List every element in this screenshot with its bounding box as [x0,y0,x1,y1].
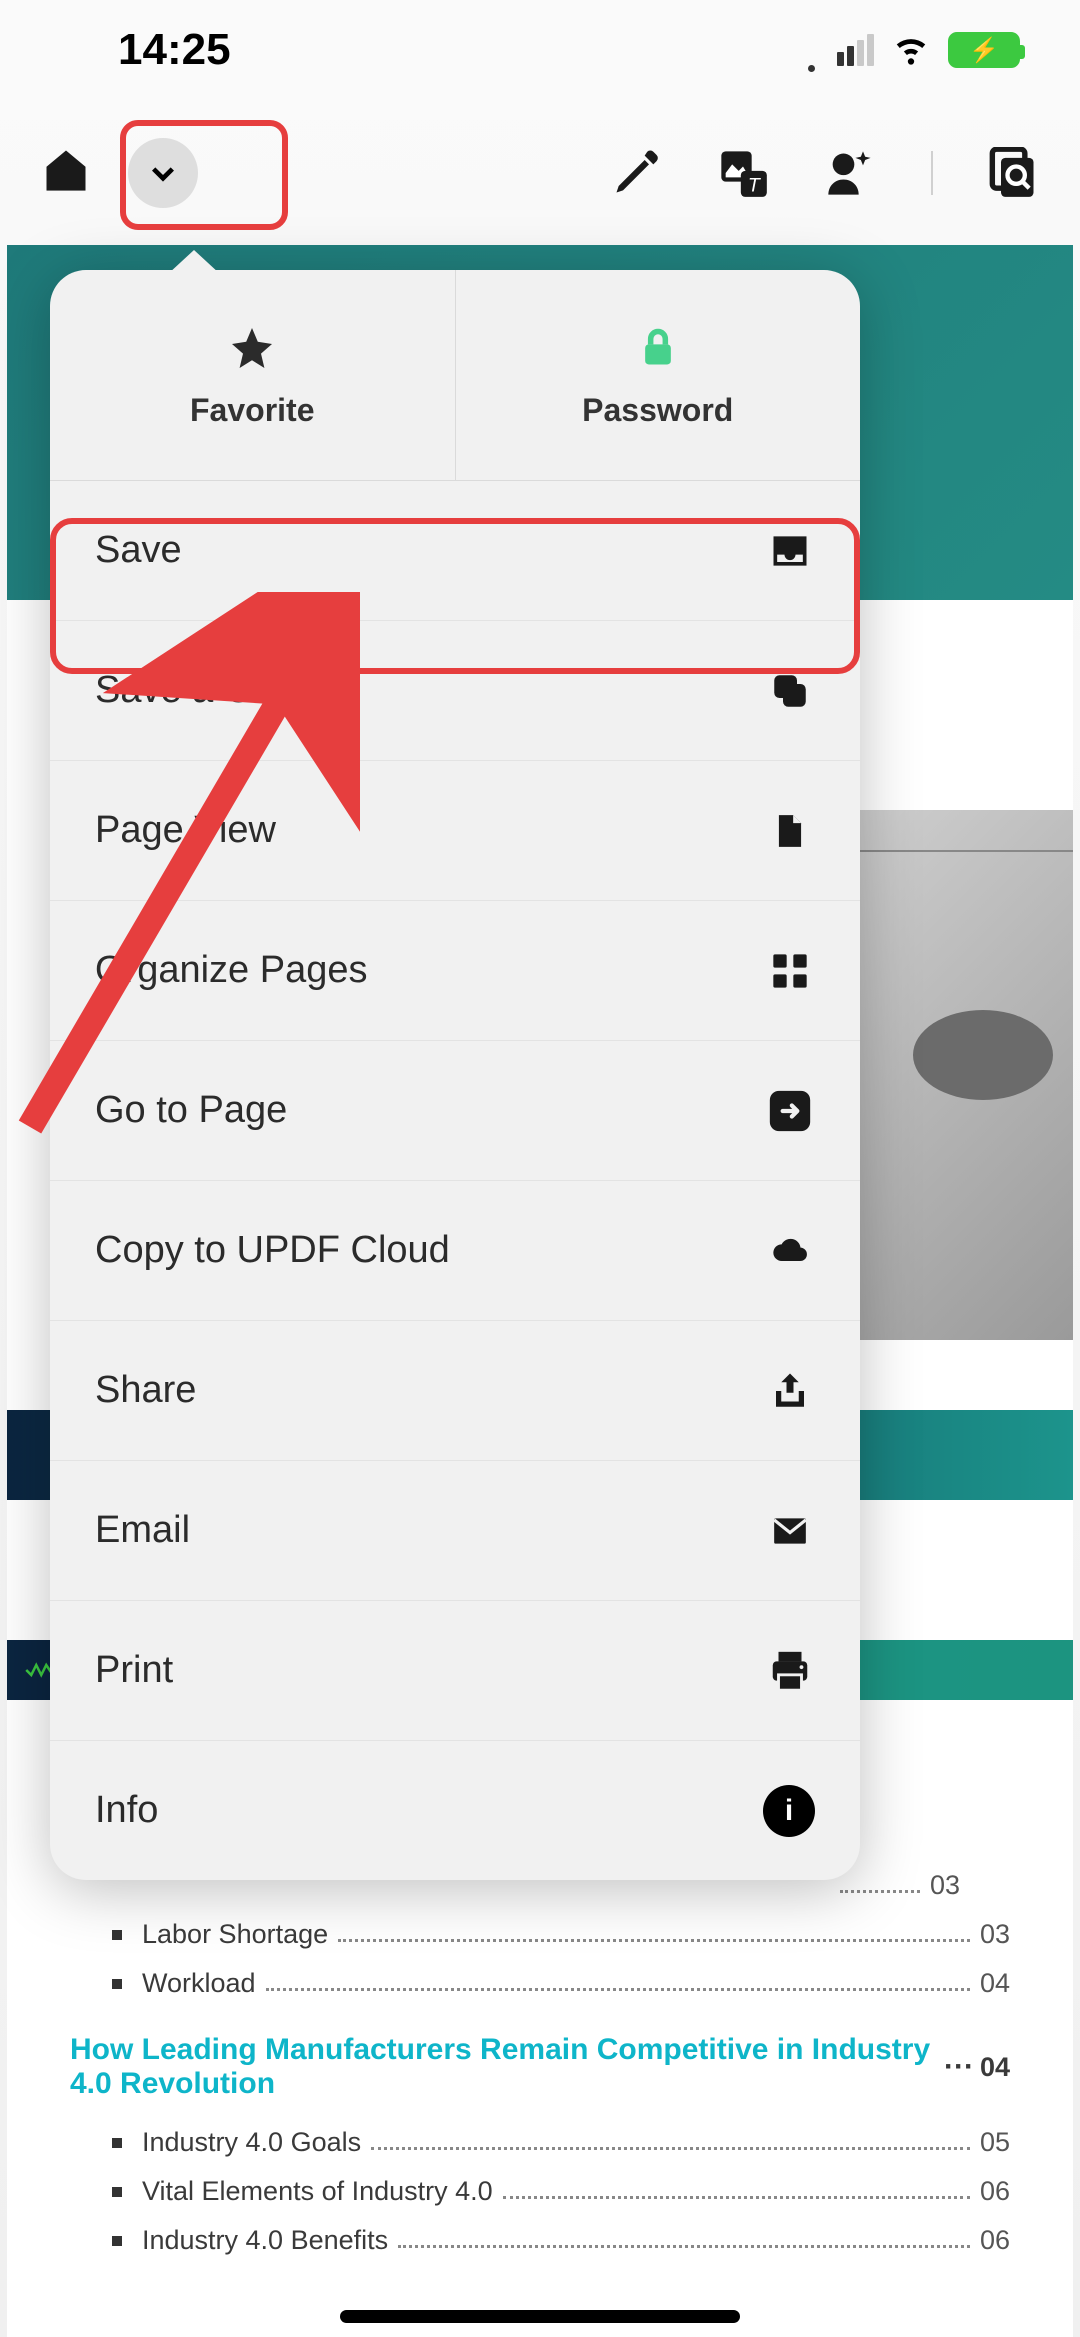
document-toc: 03 Labor Shortage03 Workload04 How Leadi… [70,1870,1010,2274]
document-photo [843,810,1073,1340]
menu-item-page-view[interactable]: Page View [50,760,860,900]
image-text-icon[interactable]: T [717,147,769,199]
print-icon [765,1646,815,1696]
menu-item-print[interactable]: Print [50,1600,860,1740]
toolbar: T [0,100,1080,245]
share-icon [765,1366,815,1416]
copy-icon [765,666,815,716]
home-button[interactable] [40,144,92,201]
pages-search-icon[interactable] [988,147,1040,199]
password-tab[interactable]: Password [456,270,861,480]
menu-item-share[interactable]: Share [50,1320,860,1460]
star-icon [228,322,276,374]
menu-item-info[interactable]: Info i [50,1740,860,1880]
image-sparkle-icon[interactable] [824,147,876,199]
page-icon [765,806,815,856]
battery-charging-icon: ⚡ [948,32,1020,68]
menu-item-copy-cloud[interactable]: Copy to UPDF Cloud [50,1180,860,1320]
favorite-tab[interactable]: Favorite [50,270,456,480]
menu-item-email[interactable]: Email [50,1460,860,1600]
signal-dual-sim-dot [808,65,815,72]
grid-icon [765,946,815,996]
cloud-icon [765,1226,815,1276]
menu-item-save[interactable]: Save [50,480,860,620]
password-label: Password [582,392,733,429]
lock-icon [636,322,680,374]
signal-icon [837,34,874,66]
mail-icon [765,1506,815,1556]
home-indicator [340,2310,740,2323]
status-bar: 14:25 ⚡ [0,0,1080,100]
svg-text:T: T [748,174,762,196]
menu-item-go-to-page[interactable]: Go to Page [50,1040,860,1180]
menu-item-save-copy[interactable]: Save a Copy [50,620,860,760]
inbox-icon [765,526,815,576]
dropdown-button[interactable] [128,138,198,208]
dropdown-menu: Favorite Password Save Save a Copy Page … [50,270,860,1880]
favorite-label: Favorite [190,392,314,429]
goto-icon [765,1086,815,1136]
highlighter-icon[interactable] [610,147,662,199]
wifi-icon [892,29,930,72]
toolbar-divider [931,151,933,195]
status-time: 14:25 [118,25,231,75]
menu-item-organize-pages[interactable]: Organize Pages [50,900,860,1040]
info-icon: i [763,1785,815,1837]
